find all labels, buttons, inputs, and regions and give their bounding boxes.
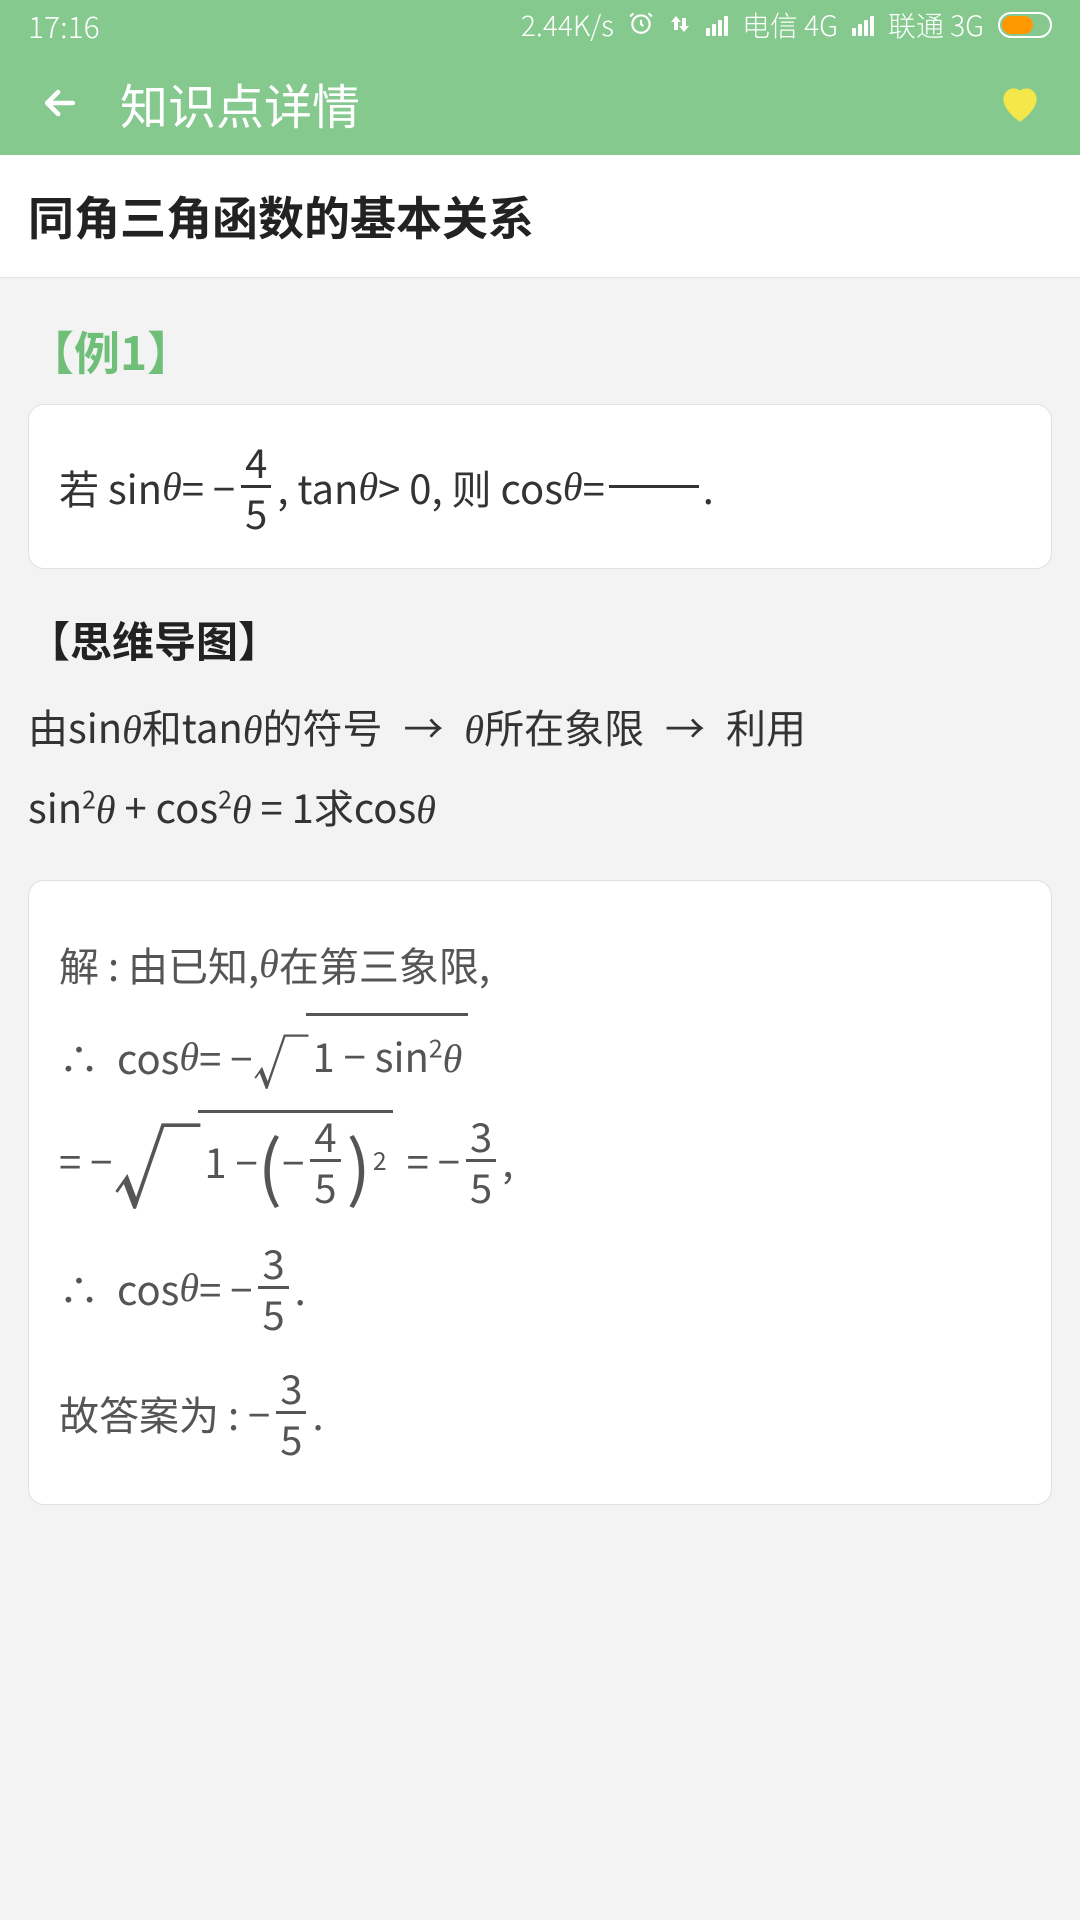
text: = − — [199, 1249, 252, 1327]
text: = − — [407, 1121, 460, 1199]
signal-icon-1 — [706, 14, 728, 36]
answer-blank — [609, 485, 699, 488]
text: 由sin — [28, 697, 122, 755]
theta: θ — [416, 787, 436, 832]
numerator: 3 — [276, 1365, 306, 1409]
solution-card: 解 : 由已知,θ在第三象限, ∴ cosθ = − √ 1 − sin2θ =… — [28, 880, 1052, 1505]
denominator: 5 — [241, 490, 271, 534]
mindmap-text: 由sinθ和tanθ的符号 → θ所在象限 → 利用 sin2θ + cos2θ… — [28, 688, 1052, 848]
arrow-icon: → — [403, 697, 443, 755]
text: 1 − — [204, 1122, 257, 1200]
fraction: 45 — [310, 1113, 340, 1208]
denominator: 5 — [258, 1291, 288, 1335]
text: . — [295, 1249, 306, 1327]
therefore-symbol: ∴ — [59, 1249, 99, 1327]
theta: θ — [179, 1018, 199, 1096]
arrow-icon: → — [665, 697, 705, 755]
text: , tan — [277, 449, 358, 525]
solution-line: 解 : 由已知,θ在第三象限, — [59, 925, 1021, 1003]
page-header-title: 知识点详情 — [120, 68, 360, 138]
text: . — [312, 1374, 323, 1452]
sqrt: √ 1 − ( − 45 ) 2 — [112, 1110, 392, 1210]
text: > 0, 则 cos — [378, 449, 563, 525]
alarm-icon — [628, 5, 654, 45]
fraction: 35 — [258, 1240, 288, 1335]
theta: θ — [232, 787, 252, 832]
theta: θ — [243, 707, 263, 752]
status-time: 17:16 — [28, 3, 100, 47]
battery-icon — [998, 12, 1052, 38]
theta: θ — [358, 449, 378, 525]
theta: θ — [259, 925, 279, 1003]
text: + cos — [116, 777, 219, 835]
signal-icon-2 — [852, 14, 874, 36]
mindmap-heading: 【思维导图】 — [28, 609, 1052, 670]
problem-text: 若 sin θ = − 4 5 , tan θ > 0, 则 cos θ = . — [59, 439, 1021, 534]
denominator: 5 — [310, 1164, 340, 1208]
text: cos — [117, 1018, 179, 1096]
carrier-2: 联通 3G — [888, 5, 984, 45]
denominator: 5 — [466, 1164, 496, 1208]
sup: 2 — [373, 1136, 387, 1184]
content: 【例1】 若 sin θ = − 4 5 , tan θ > 0, 则 cos … — [0, 278, 1080, 1505]
text: , — [502, 1121, 513, 1199]
theta: θ — [563, 449, 583, 525]
text: cos — [117, 1249, 179, 1327]
numerator: 4 — [310, 1113, 340, 1157]
carrier-1: 电信 4G — [742, 5, 838, 45]
fraction: 35 — [276, 1365, 306, 1460]
text: 和tan — [142, 697, 243, 755]
text: 利用 — [726, 697, 806, 755]
solution-line: ∴ cosθ = − 35 . — [59, 1240, 1021, 1335]
problem-card: 若 sin θ = − 4 5 , tan θ > 0, 则 cos θ = . — [28, 404, 1052, 569]
numerator: 4 — [241, 439, 271, 483]
theta: θ — [464, 707, 484, 752]
topic-title-band: 同角三角函数的基本关系 — [0, 155, 1080, 278]
heart-icon — [995, 78, 1045, 128]
theta: θ — [179, 1249, 199, 1327]
text: sin — [28, 777, 82, 835]
text: 解 : 由已知, — [59, 925, 259, 1003]
sup: 2 — [82, 781, 96, 817]
text: = — [583, 449, 605, 525]
fraction: 35 — [466, 1113, 496, 1208]
text: 在第三象限, — [279, 925, 490, 1003]
theta: θ — [162, 449, 182, 525]
sup: 2 — [218, 781, 232, 817]
example-label: 【例1】 — [28, 318, 1052, 384]
arrow-left-icon — [38, 81, 82, 125]
text: − — [282, 1122, 304, 1200]
fraction: 4 5 — [241, 439, 271, 534]
network-speed: 2.44K/s — [521, 5, 614, 45]
text: . — [703, 449, 714, 525]
topic-title: 同角三角函数的基本关系 — [28, 183, 1052, 249]
solution-answer: 故答案为 : − 35 . — [59, 1365, 1021, 1460]
text: 的符号 — [262, 697, 382, 755]
favorite-button[interactable] — [990, 73, 1050, 133]
therefore-symbol: ∴ — [59, 1018, 99, 1096]
text: = − — [59, 1121, 112, 1199]
solution-line: ∴ cosθ = − √ 1 − sin2θ — [59, 1013, 1021, 1100]
status-bar: 17:16 2.44K/s 电信 4G 联通 3G — [0, 0, 1080, 50]
solution-line: = − √ 1 − ( − 45 ) 2 = − 35 , — [59, 1110, 1021, 1210]
numerator: 3 — [258, 1240, 288, 1284]
app-bar: 知识点详情 — [0, 50, 1080, 155]
theta: θ — [96, 787, 116, 832]
sqrt: √ 1 − sin2θ — [252, 1013, 468, 1100]
status-right: 2.44K/s 电信 4G 联通 3G — [521, 5, 1052, 45]
theta: θ — [443, 1036, 463, 1081]
text: = 1求cos — [252, 777, 417, 835]
text: = − — [199, 1018, 252, 1096]
theta: θ — [122, 707, 142, 752]
data-transfer-icon — [668, 5, 692, 45]
text: 若 sin — [59, 449, 162, 525]
back-button[interactable] — [30, 73, 90, 133]
numerator: 3 — [466, 1113, 496, 1157]
text: = − — [182, 449, 235, 525]
text: 故答案为 : − — [59, 1374, 270, 1452]
text: 所在象限 — [484, 697, 644, 755]
denominator: 5 — [276, 1416, 306, 1460]
text: 1 − sin — [312, 1026, 428, 1084]
sup: 2 — [429, 1030, 443, 1066]
